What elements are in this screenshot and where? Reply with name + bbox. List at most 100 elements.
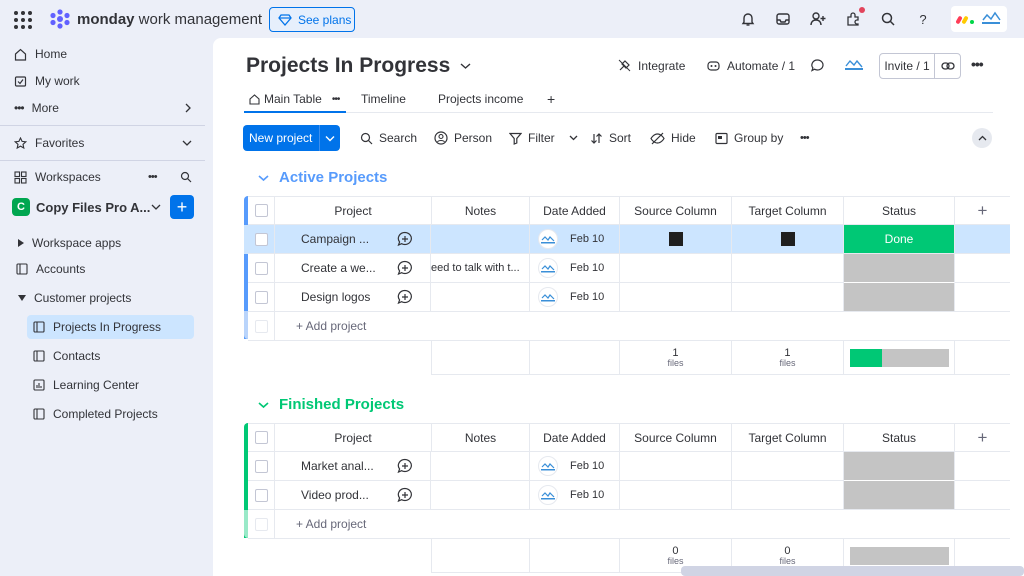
column-header-date-added[interactable]: Date Added	[530, 196, 620, 225]
source-column-cell[interactable]	[620, 452, 732, 481]
date-added-cell[interactable]: Feb 10	[530, 452, 620, 481]
invite-members-icon[interactable]	[808, 9, 828, 29]
status-distribution-bar[interactable]	[849, 546, 949, 565]
row-checkbox-cell[interactable]	[248, 225, 275, 254]
sort-button[interactable]: Sort	[590, 125, 631, 151]
collapse-header-button[interactable]	[972, 128, 992, 148]
new-project-button[interactable]: New project	[243, 125, 340, 151]
column-header-source-column[interactable]: Source Column	[620, 423, 732, 452]
status-cell[interactable]	[844, 283, 955, 312]
select-all-checkbox-cell[interactable]	[248, 196, 275, 225]
chevron-down-icon[interactable]	[258, 401, 269, 409]
integrate-button[interactable]: Integrate	[617, 58, 685, 73]
sidebar-favorites[interactable]: Favorites	[14, 133, 192, 153]
row-checkbox-cell[interactable]	[248, 254, 275, 283]
add-project-input[interactable]: + Add project	[275, 510, 1010, 539]
row-checkbox[interactable]	[254, 232, 268, 246]
row-checkbox[interactable]	[254, 290, 268, 304]
search-icon[interactable]	[878, 9, 898, 29]
row-checkbox[interactable]	[254, 261, 268, 275]
tree-item-board-1[interactable]: Contacts	[27, 344, 100, 368]
tree-item-board-2[interactable]: Learning Center	[27, 373, 139, 397]
account-avatar[interactable]	[951, 6, 1007, 32]
source-column-cell[interactable]	[620, 481, 732, 510]
target-column-cell[interactable]	[732, 283, 844, 312]
row-checkbox-cell[interactable]	[248, 481, 275, 510]
status-distribution-bar[interactable]	[849, 348, 949, 367]
tab-projects-income[interactable]: Projects income	[438, 86, 523, 112]
project-name-cell[interactable]: Create a we...	[275, 254, 379, 283]
add-update-cell[interactable]	[379, 283, 431, 312]
column-header-source-column[interactable]: Source Column	[620, 196, 732, 225]
row-checkbox-cell[interactable]	[248, 283, 275, 312]
target-column-cell[interactable]	[732, 481, 844, 510]
table-row[interactable]: Campaign ... Feb 10 Done	[244, 225, 1010, 254]
column-header-notes[interactable]: Notes	[431, 423, 530, 452]
add-item-row[interactable]: + Add project	[244, 510, 1010, 539]
notes-cell[interactable]	[431, 283, 530, 312]
table-row[interactable]: Market anal... Feb 10	[244, 452, 1010, 481]
tree-item-accounts[interactable]: Accounts	[16, 257, 85, 281]
workspaces-more-icon[interactable]: •••	[148, 171, 158, 183]
project-name-cell[interactable]: Video prod...	[275, 481, 379, 510]
row-checkbox[interactable]	[254, 488, 268, 502]
row-checkbox-cell[interactable]	[248, 452, 275, 481]
project-name-cell[interactable]: Market anal...	[275, 452, 379, 481]
search-icon[interactable]	[180, 171, 192, 183]
help-icon[interactable]: ?	[913, 9, 933, 29]
column-header-target-column[interactable]: Target Column	[732, 423, 844, 452]
tree-item-board-3[interactable]: Completed Projects	[27, 402, 158, 426]
horizontal-scrollbar[interactable]	[681, 566, 1024, 576]
add-update-cell[interactable]	[379, 225, 431, 254]
project-name-cell[interactable]: Campaign ...	[275, 225, 379, 254]
group-by-button[interactable]: Group by	[715, 125, 783, 151]
select-all-checkbox[interactable]	[254, 204, 268, 217]
tree-item-board-0[interactable]: Projects In Progress	[27, 315, 194, 339]
column-header-status[interactable]: Status	[844, 423, 955, 452]
column-header-notes[interactable]: Notes	[431, 196, 530, 225]
inbox-icon[interactable]	[773, 9, 793, 29]
file-thumbnail[interactable]	[780, 232, 795, 246]
status-cell[interactable]	[844, 254, 955, 283]
app-switcher-icon[interactable]	[14, 11, 32, 29]
source-column-cell[interactable]	[620, 283, 732, 312]
chevron-down-icon[interactable]	[569, 135, 578, 141]
notifications-icon[interactable]	[738, 9, 758, 29]
table-row[interactable]: Design logos Feb 10	[244, 283, 1010, 312]
add-column-button[interactable]: +	[955, 196, 1010, 225]
add-update-icon[interactable]	[396, 260, 413, 276]
status-summary-cell[interactable]	[844, 341, 955, 375]
status-cell[interactable]: Done	[844, 225, 955, 254]
toolbar-more-icon[interactable]: •••	[800, 125, 810, 151]
target-column-cell[interactable]	[732, 254, 844, 283]
add-project-input[interactable]: + Add project	[275, 312, 1010, 341]
select-all-checkbox-cell[interactable]	[248, 423, 275, 452]
invite-button[interactable]: Invite / 1	[879, 53, 961, 79]
notes-cell[interactable]	[431, 452, 530, 481]
add-update-icon[interactable]	[396, 289, 413, 305]
select-all-checkbox[interactable]	[254, 431, 268, 444]
table-row[interactable]: Video prod... Feb 10	[244, 481, 1010, 510]
add-workspace-item-button[interactable]: +	[170, 195, 194, 219]
group-header-active[interactable]: Active Projects	[258, 169, 387, 186]
status-cell[interactable]	[844, 481, 955, 510]
row-checkbox[interactable]	[254, 459, 268, 473]
column-header-status[interactable]: Status	[844, 196, 955, 225]
automate-button[interactable]: Automate / 1	[706, 58, 795, 73]
project-name-cell[interactable]: Design logos	[275, 283, 379, 312]
column-header-project[interactable]: Project	[275, 423, 431, 452]
apps-icon[interactable]	[843, 7, 865, 29]
date-added-cell[interactable]: Feb 10	[530, 254, 620, 283]
source-column-cell[interactable]	[620, 254, 732, 283]
group-header-finished[interactable]: Finished Projects	[258, 396, 404, 413]
tab-menu-icon[interactable]: •••	[332, 94, 340, 105]
person-filter-button[interactable]: Person	[434, 125, 492, 151]
date-added-cell[interactable]: Feb 10	[530, 225, 620, 254]
add-column-button[interactable]: +	[955, 423, 1010, 452]
add-update-icon[interactable]	[396, 487, 413, 503]
date-added-cell[interactable]: Feb 10	[530, 481, 620, 510]
column-header-target-column[interactable]: Target Column	[732, 196, 844, 225]
notes-cell[interactable]: eed to talk with t...	[431, 254, 530, 283]
board-owner-avatar[interactable]	[843, 57, 865, 73]
sidebar-item-more[interactable]: ••• More	[14, 98, 192, 118]
